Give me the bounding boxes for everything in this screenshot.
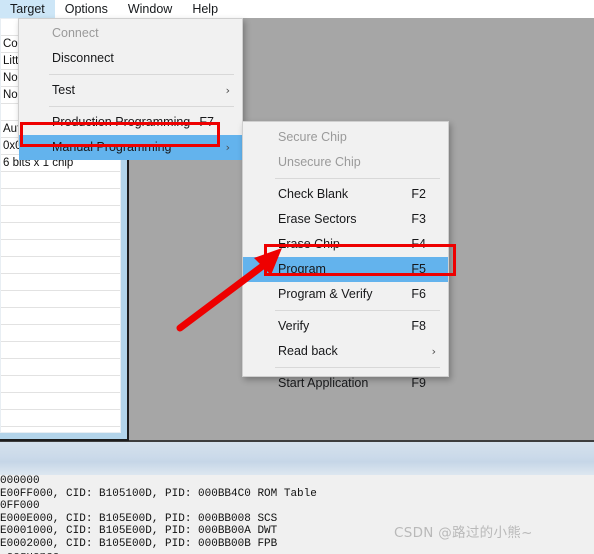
- menu-item-shortcut: F3: [411, 212, 426, 226]
- menu-item-label: Test: [52, 83, 75, 97]
- menu-item-label: Program & Verify: [278, 287, 373, 301]
- menu-item-shortcut: F4: [411, 237, 426, 251]
- menu-item-erase-chip[interactable]: Erase Chip F4: [243, 232, 448, 257]
- property-row[interactable]: [1, 308, 120, 325]
- property-row[interactable]: [1, 376, 120, 393]
- menu-item-start-application[interactable]: Start Application F9: [243, 371, 448, 396]
- property-row[interactable]: [1, 274, 120, 291]
- menubar-item-options[interactable]: Options: [55, 0, 118, 19]
- log-line: sequence: [0, 551, 594, 554]
- submenu-chevron-right-icon: ›: [225, 141, 230, 154]
- menu-separator: [275, 367, 440, 368]
- menu-item-secure-chip[interactable]: Secure Chip: [243, 125, 448, 150]
- menu-item-program-and-verify[interactable]: Program & Verify F6: [243, 282, 448, 307]
- menu-item-erase-sectors[interactable]: Erase Sectors F3: [243, 207, 448, 232]
- menu-item-disconnect[interactable]: Disconnect: [19, 46, 242, 71]
- menu-item-program[interactable]: Program F5: [243, 257, 448, 282]
- menu-item-label: Erase Sectors: [278, 212, 357, 226]
- menubar-item-target[interactable]: Target: [0, 0, 55, 19]
- property-row[interactable]: [1, 291, 120, 308]
- property-row[interactable]: [1, 393, 120, 410]
- menu-item-label: Verify: [278, 319, 310, 333]
- menu-item-label: Manual Programming: [52, 140, 172, 154]
- target-dropdown-menu: Connect Disconnect Test › Production Pro…: [18, 18, 243, 160]
- menu-item-label: Program: [278, 262, 326, 276]
- menu-item-shortcut: F2: [411, 187, 426, 201]
- property-row[interactable]: [1, 359, 120, 376]
- menu-separator: [49, 74, 234, 75]
- manual-programming-submenu: Secure Chip Unsecure Chip Check Blank F2…: [242, 121, 449, 390]
- submenu-chevron-right-icon: ›: [431, 345, 436, 358]
- menu-item-check-blank[interactable]: Check Blank F2: [243, 182, 448, 207]
- property-row[interactable]: [1, 410, 120, 427]
- log-output-console[interactable]: 000000 E00FF000, CID: B105100D, PID: 000…: [0, 475, 594, 554]
- property-row[interactable]: [1, 240, 120, 257]
- menu-item-label: Erase Chip: [278, 237, 340, 251]
- menu-item-verify[interactable]: Verify F8: [243, 314, 448, 339]
- menu-item-shortcut: F8: [411, 319, 426, 333]
- menu-separator: [275, 178, 440, 179]
- menu-item-connect[interactable]: Connect: [19, 21, 242, 46]
- log-line: 000000: [0, 475, 40, 487]
- menubar-item-window[interactable]: Window: [118, 0, 182, 19]
- property-row[interactable]: [1, 325, 120, 342]
- menu-item-label: Production Programming: [52, 115, 191, 129]
- menu-separator: [275, 310, 440, 311]
- menu-item-shortcut: F5: [411, 262, 426, 276]
- log-line: E00FF000, CID: B105100D, PID: 000BB4C0 R…: [0, 487, 317, 500]
- submenu-chevron-right-icon: ›: [225, 84, 230, 97]
- property-row[interactable]: [1, 223, 120, 240]
- log-line: 0FF000: [0, 500, 40, 513]
- status-strip: [0, 442, 594, 475]
- property-row[interactable]: [1, 189, 120, 206]
- menu-item-label: Disconnect: [52, 51, 114, 65]
- menu-item-shortcut: F6: [411, 287, 426, 301]
- menu-item-read-back[interactable]: Read back ›: [243, 339, 448, 364]
- application-window: Target Options Window Help Cortex-M0 Lit…: [0, 0, 594, 554]
- menubar-item-help[interactable]: Help: [182, 0, 228, 19]
- property-row[interactable]: [1, 206, 120, 223]
- menu-item-manual-programming[interactable]: Manual Programming ›: [19, 135, 242, 160]
- menu-item-label: Start Application: [278, 376, 369, 390]
- menu-item-label: Secure Chip: [278, 130, 347, 144]
- menu-item-test[interactable]: Test ›: [19, 78, 242, 103]
- menu-item-unsecure-chip[interactable]: Unsecure Chip: [243, 150, 448, 175]
- property-row[interactable]: [1, 342, 120, 359]
- menu-item-shortcut: F9: [411, 376, 426, 390]
- menu-item-label: Read back: [278, 344, 338, 358]
- watermark-text: CSDN @路过的小熊~: [394, 525, 533, 541]
- menu-item-label: Unsecure Chip: [278, 155, 361, 169]
- menu-separator: [49, 106, 234, 107]
- property-row[interactable]: [1, 172, 120, 189]
- menu-item-shortcut: F7: [199, 115, 214, 129]
- menu-item-production-programming[interactable]: Production Programming F7: [19, 110, 242, 135]
- menu-bar: Target Options Window Help: [0, 0, 594, 19]
- property-row[interactable]: [1, 257, 120, 274]
- menu-item-label: Check Blank: [278, 187, 349, 201]
- menu-item-label: Connect: [52, 26, 99, 40]
